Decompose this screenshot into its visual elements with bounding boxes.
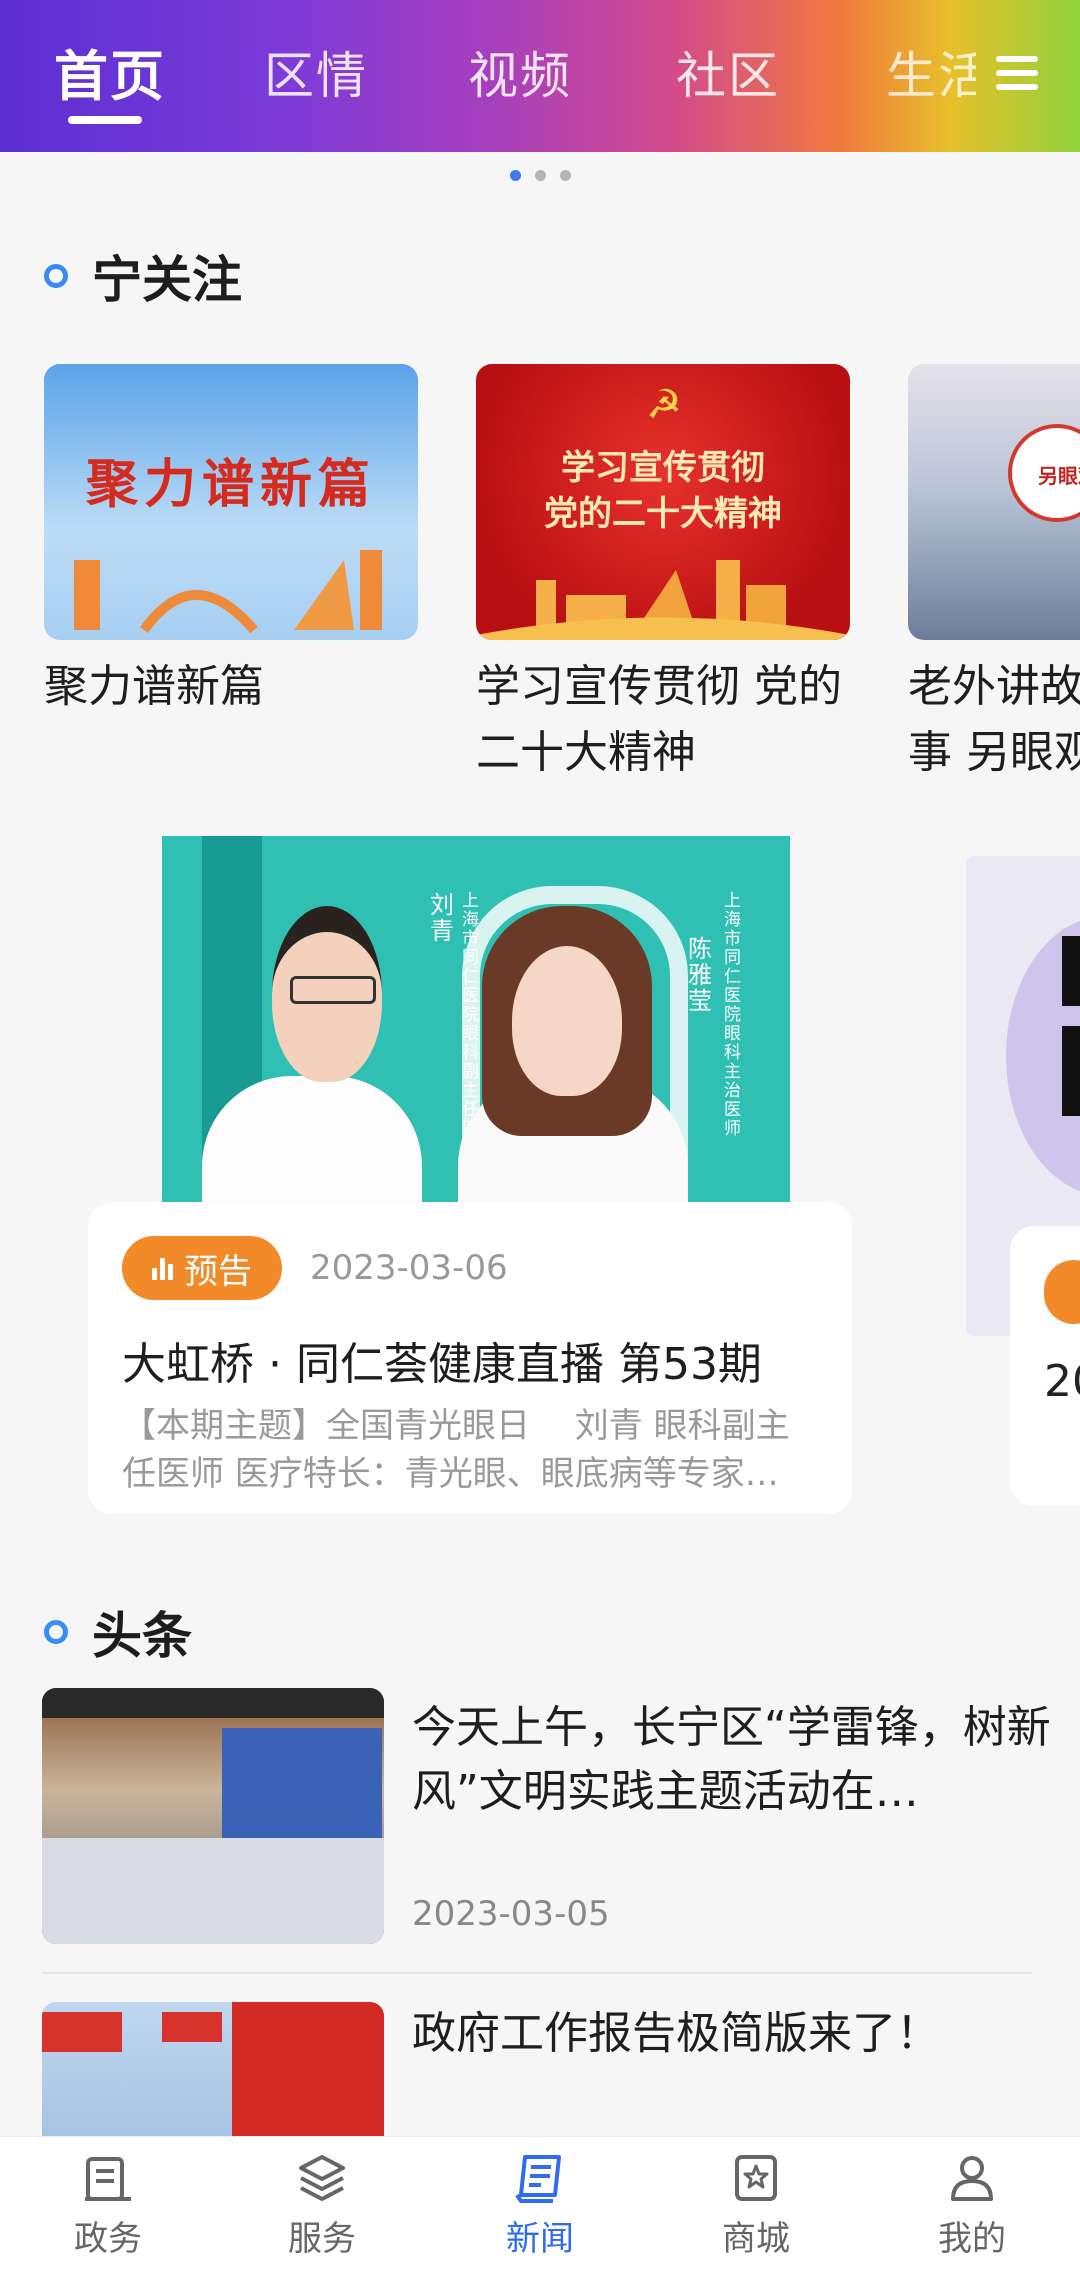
live-info-card[interactable]: 预告 2023-03-06 大虹桥 · 同仁荟健康直播 第53期 【本期主题】全… bbox=[88, 1202, 852, 1514]
tab-district-info[interactable]: 区情 bbox=[264, 36, 368, 108]
focus-card-image: 另眼观盛会 bbox=[908, 364, 1080, 640]
tab-community[interactable]: 社区 bbox=[676, 36, 780, 108]
news-title: 政府工作报告极简版来了！ bbox=[412, 2008, 940, 2059]
focus-card-caption: 老外讲故事 另眼观盛会 bbox=[908, 661, 1080, 794]
news-icon bbox=[515, 2155, 561, 2203]
focus-card[interactable]: 另眼观盛会 老外讲故事 另眼观盛会 bbox=[908, 364, 1080, 794]
list-item[interactable]: 政府工作报告极简版来了！ bbox=[42, 2002, 1042, 2136]
live-carousel[interactable]: 20 刘青 上海市同仁医院眼科副主任医师 陈雅莹 上海市同仁医院眼科主治医师 预… bbox=[0, 836, 1080, 1526]
focus-card-caption: 聚力谱新篇 bbox=[44, 661, 264, 712]
live-title: 大虹桥 · 同仁荟健康直播 第53期 bbox=[122, 1339, 762, 1390]
news-thumbnail bbox=[42, 2002, 384, 2136]
layers-icon bbox=[299, 2155, 345, 2201]
news-date: 2023-03-05 bbox=[412, 1894, 610, 1934]
nav-item-news[interactable]: 新闻 bbox=[470, 2151, 610, 2260]
tab-video[interactable]: 视频 bbox=[468, 36, 572, 108]
news-title: 今天上午，长宁区“学雷锋，树新风”文明实践主题活动在… bbox=[412, 1702, 1051, 1817]
profile-icon bbox=[951, 2156, 993, 2201]
news-thumbnail bbox=[42, 1688, 384, 1944]
live-cover-image: 刘青 上海市同仁医院眼科副主任医师 陈雅莹 上海市同仁医院眼科主治医师 bbox=[162, 836, 790, 1206]
live-stats-icon bbox=[152, 1256, 174, 1280]
status-badge: 预告 bbox=[122, 1236, 282, 1300]
government-icon bbox=[85, 2157, 131, 2201]
nav-item-shop[interactable]: 商城 bbox=[686, 2151, 826, 2260]
nav-item-service[interactable]: 服务 bbox=[252, 2151, 392, 2260]
divider bbox=[42, 1972, 1032, 1974]
live-date: 2023-03-06 bbox=[310, 1248, 508, 1288]
focus-card-caption: 学习宣传贯彻 党的二十大精神 bbox=[476, 661, 842, 778]
next-live-card[interactable]: 20 bbox=[1010, 1226, 1080, 1506]
focus-card-image: 聚力谱新篇 bbox=[44, 364, 418, 640]
menu-icon[interactable] bbox=[996, 56, 1038, 90]
shop-icon bbox=[735, 2155, 777, 2201]
section-focus-title: 宁关注 bbox=[44, 240, 242, 312]
focus-card[interactable]: 聚力谱新篇 聚力谱新篇 bbox=[44, 364, 418, 720]
page-indicator bbox=[0, 166, 1080, 185]
active-tab-indicator bbox=[68, 116, 142, 124]
section-headlines-title: 头条 bbox=[44, 1596, 192, 1668]
live-description: 【本期主题】全国青光眼日 刘青 眼科副主任医师 医疗特长：青光眼、眼底病等专家… bbox=[122, 1406, 790, 1494]
nav-item-profile[interactable]: 我的 bbox=[902, 2151, 1042, 2260]
focus-card[interactable]: ☭ 学习宣传贯彻 党的二十大精神 学习宣传贯彻 党的二十大精神 bbox=[476, 364, 850, 786]
section-bullet-icon bbox=[44, 264, 68, 288]
tab-life[interactable]: 生活 bbox=[886, 36, 976, 108]
focus-card-image: ☭ 学习宣传贯彻 党的二十大精神 bbox=[476, 364, 850, 640]
list-item[interactable]: 今天上午，长宁区“学雷锋，树新风”文明实践主题活动在… 2023-03-05 bbox=[42, 1688, 1051, 1978]
focus-carousel[interactable]: 聚力谱新篇 聚力谱新篇 ☭ 学习宣传贯彻 党的二十大精神 学习宣传贯彻 党的二十… bbox=[0, 364, 1080, 794]
tab-home[interactable]: 首页 bbox=[54, 32, 166, 111]
bottom-nav: 政务 服务 新闻 商城 我的 bbox=[0, 2136, 1080, 2281]
section-bullet-icon bbox=[44, 1620, 68, 1644]
nav-item-government[interactable]: 政务 bbox=[38, 2151, 178, 2260]
party-emblem-icon: ☭ bbox=[646, 382, 682, 428]
top-tab-bar: 首页 区情 视频 社区 生活 bbox=[0, 0, 1080, 152]
